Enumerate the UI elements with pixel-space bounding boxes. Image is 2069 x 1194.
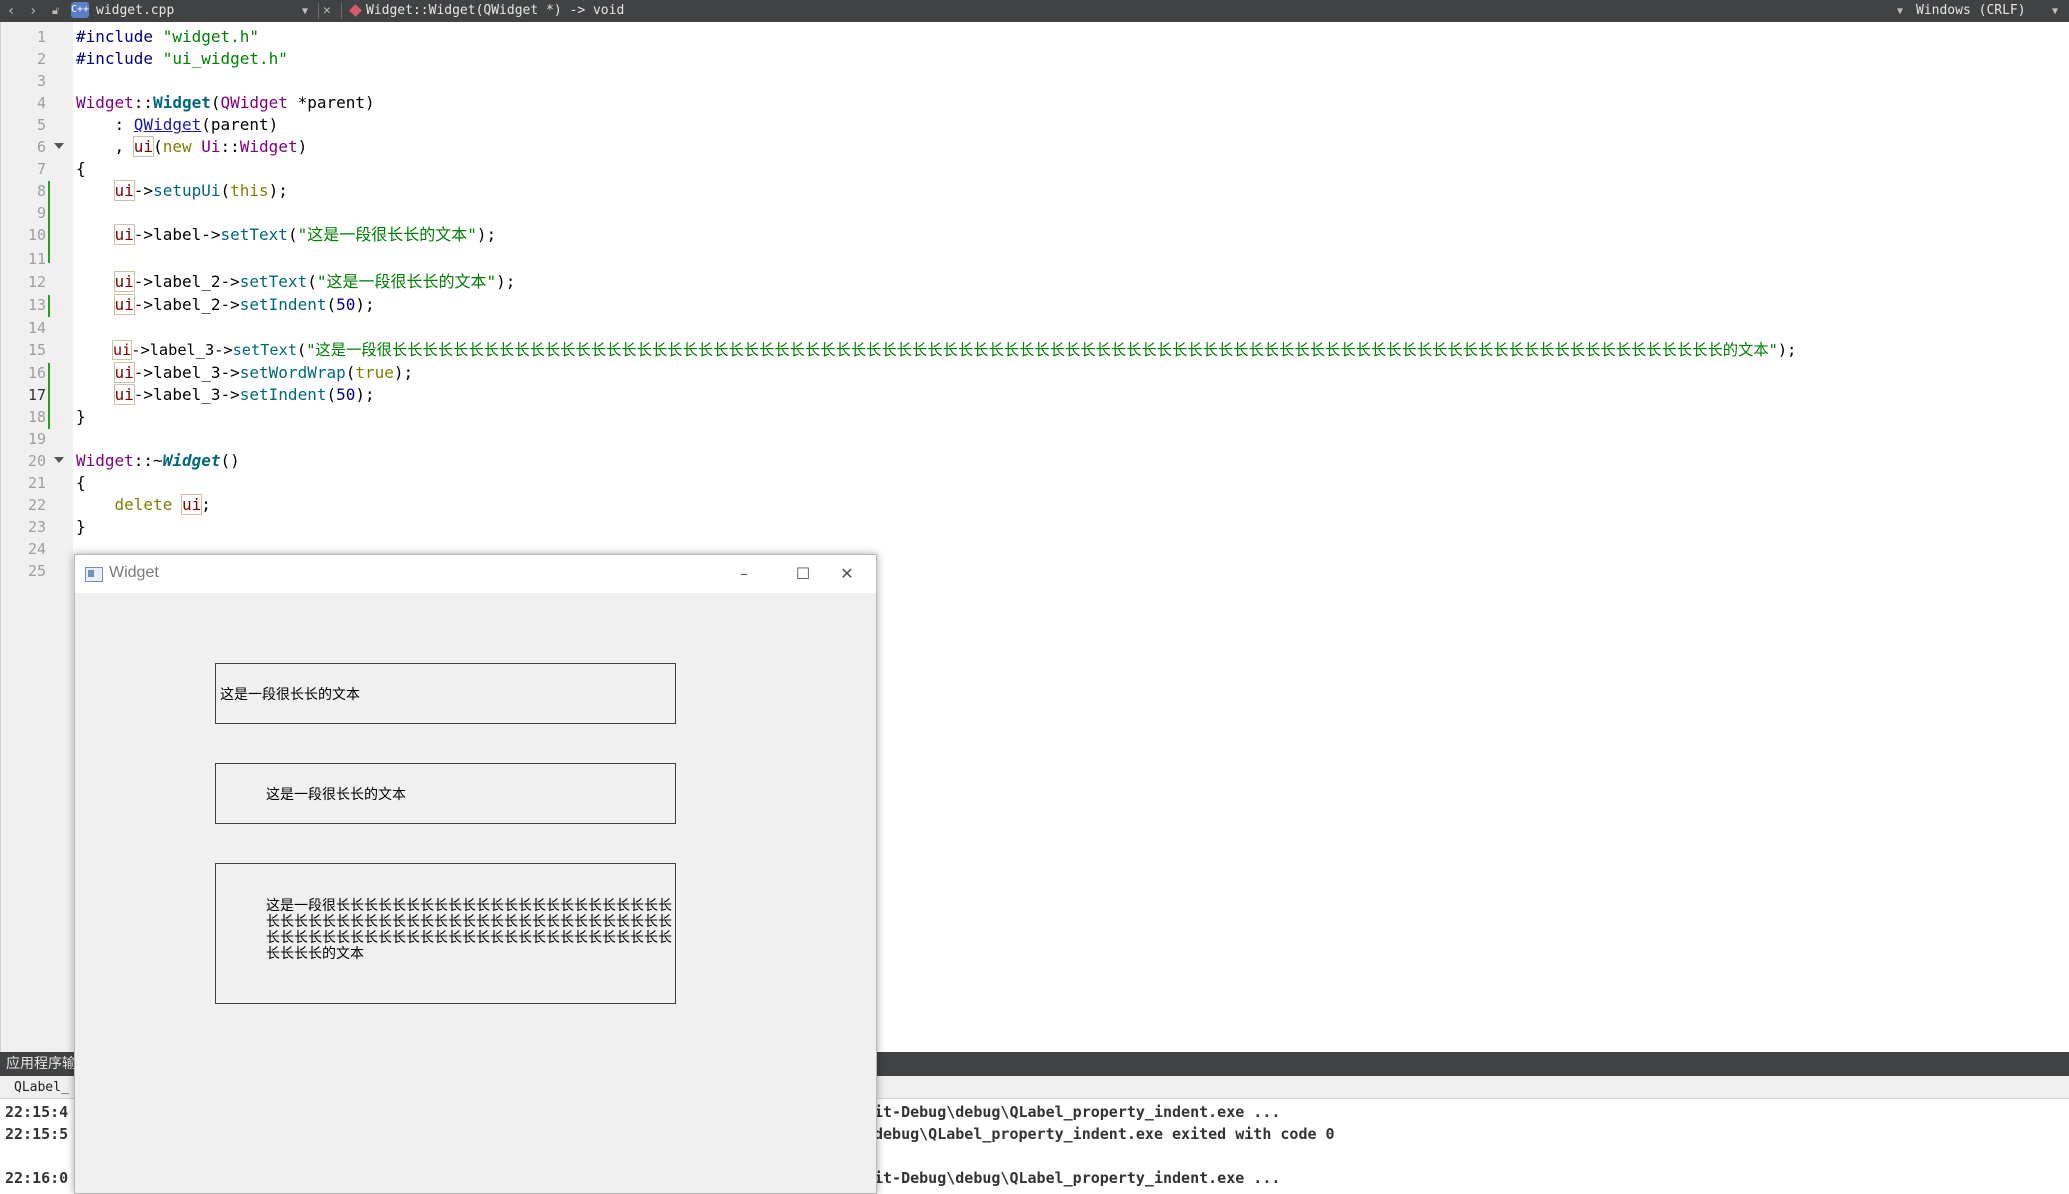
label-3: 这是一段很长长长长长长长长长长长长长长长长长长长长长长长长长长长长长长长长长长长…	[215, 863, 676, 1004]
line-number: 24	[27, 540, 46, 558]
line-number: 16	[27, 364, 46, 382]
toolbar-divider	[318, 3, 319, 19]
code-line-12: ui->label_2->setText("这是一段很长长的文本");	[113, 271, 516, 292]
line-ending-dropdown-icon[interactable]: ▼	[1897, 3, 1903, 21]
forward-arrow-icon[interactable]: ›	[29, 2, 37, 20]
label-1: 这是一段很长长的文本	[215, 663, 676, 724]
label-2-text: 这是一段很长长的文本	[266, 787, 406, 803]
line-number: 5	[36, 116, 46, 134]
label-2: 这是一段很长长的文本	[215, 763, 676, 824]
lock-icon[interactable]: 🔓︎	[52, 2, 59, 20]
close-file-icon[interactable]: ✕	[323, 2, 331, 20]
close-button[interactable]: ✕	[818, 555, 876, 593]
line-number: 15	[27, 341, 46, 359]
code-line-22: delete ui;	[114, 494, 211, 515]
line-number: 10	[27, 226, 46, 244]
output-tab[interactable]: QLabel_	[14, 1080, 69, 1095]
change-marker	[48, 295, 50, 317]
label-3-text: 这是一段很长长长长长长长长长长长长长长长长长长长长长长长长长长长长长长长长长长长…	[266, 898, 672, 962]
line-number: 21	[27, 474, 46, 492]
output-timestamp: 22:16:0	[5, 1169, 69, 1187]
line-ending-selector[interactable]: Windows (CRLF)	[1916, 3, 2026, 19]
output-timestamp: 22:15:5	[5, 1125, 69, 1143]
line-number: 23	[27, 518, 46, 536]
label-1-text: 这是一段很长长的文本	[220, 687, 360, 703]
app-window-icon	[85, 567, 103, 582]
line-number: 9	[36, 204, 46, 222]
window-title: Widget	[109, 564, 159, 581]
code-line-16: ui->label_3->setWordWrap(true);	[113, 362, 414, 383]
change-marker	[48, 181, 50, 263]
widget-window[interactable]: Widget – ☐ ✕ 这是一段很长长的文本 这是一段很长长的文本 这是一段很…	[74, 554, 877, 1194]
line-number: 14	[27, 319, 46, 337]
output-pane-title: 应用程序输	[6, 1056, 76, 1072]
file-dropdown-icon[interactable]: ▼	[302, 3, 308, 21]
code-line-15: ui->label_3->setText("这是一段很长长长长长长长长长长长长长…	[111, 340, 1797, 360]
code-line-4: Widget::Widget(QWidget *parent)	[76, 93, 375, 112]
output-timestamp: 22:15:4	[5, 1103, 69, 1121]
minimize-button[interactable]: –	[715, 555, 773, 593]
code-line-17: ui->label_3->setIndent(50);	[113, 384, 375, 405]
line-number: 3	[36, 72, 46, 90]
line-number: 4	[36, 94, 46, 112]
code-line-23: }	[76, 517, 86, 536]
code-line-10: ui->label->setText("这是一段很长长的文本");	[113, 224, 497, 245]
split-dropdown-icon[interactable]: ▼	[2052, 3, 2058, 21]
editor-toolbar: ‹ › 🔓︎ C++ widget.cpp ▼ ✕ Widget::Widget…	[0, 0, 2069, 22]
line-number: 22	[27, 496, 46, 514]
code-line-1: #include "widget.h"	[76, 27, 260, 46]
line-number: 20	[27, 452, 46, 470]
line-number: 19	[27, 430, 46, 448]
code-line-7: {	[76, 159, 86, 178]
output-message: it-Debug\debug\QLabel_property_indent.ex…	[874, 1169, 1281, 1187]
cpp-file-icon: C++	[71, 2, 89, 18]
code-line-5: : QWidget(parent)	[76, 115, 279, 134]
code-line-2: #include "ui_widget.h"	[76, 49, 288, 68]
line-number: 11	[27, 250, 46, 268]
line-number: 6	[36, 138, 46, 156]
change-marker	[48, 363, 50, 429]
code-line-20: Widget::~Widget()	[76, 451, 240, 470]
line-number: 1	[36, 28, 46, 46]
code-line-13: ui->label_2->setIndent(50);	[113, 294, 375, 315]
code-line-18: }	[76, 407, 86, 426]
line-number: 13	[27, 296, 46, 314]
back-arrow-icon[interactable]: ‹	[7, 2, 15, 20]
code-line-21: {	[76, 473, 86, 492]
function-symbol-icon	[349, 4, 362, 17]
window-title-bar[interactable]: Widget – ☐ ✕	[75, 555, 876, 593]
output-message: it-Debug\debug\QLabel_property_indent.ex…	[874, 1103, 1281, 1121]
code-line-8: ui->setupUi(this);	[113, 180, 288, 201]
output-message: debug\QLabel_property_indent.exe exited …	[874, 1125, 1335, 1143]
line-number: 2	[36, 50, 46, 68]
line-number: 12	[27, 273, 46, 291]
line-number: 8	[36, 182, 46, 200]
line-number: 18	[27, 408, 46, 426]
line-number: 7	[36, 160, 46, 178]
function-selector[interactable]: Widget::Widget(QWidget *) -> void	[366, 3, 624, 19]
file-name-selector[interactable]: widget.cpp	[96, 3, 174, 19]
toolbar-divider	[341, 3, 342, 19]
fold-marker-icon[interactable]	[54, 457, 64, 463]
fold-marker-icon[interactable]	[54, 143, 64, 149]
line-number-current: 17	[27, 386, 46, 404]
line-number: 25	[27, 562, 46, 580]
code-line-6: , ui(new Ui::Widget)	[76, 136, 308, 157]
